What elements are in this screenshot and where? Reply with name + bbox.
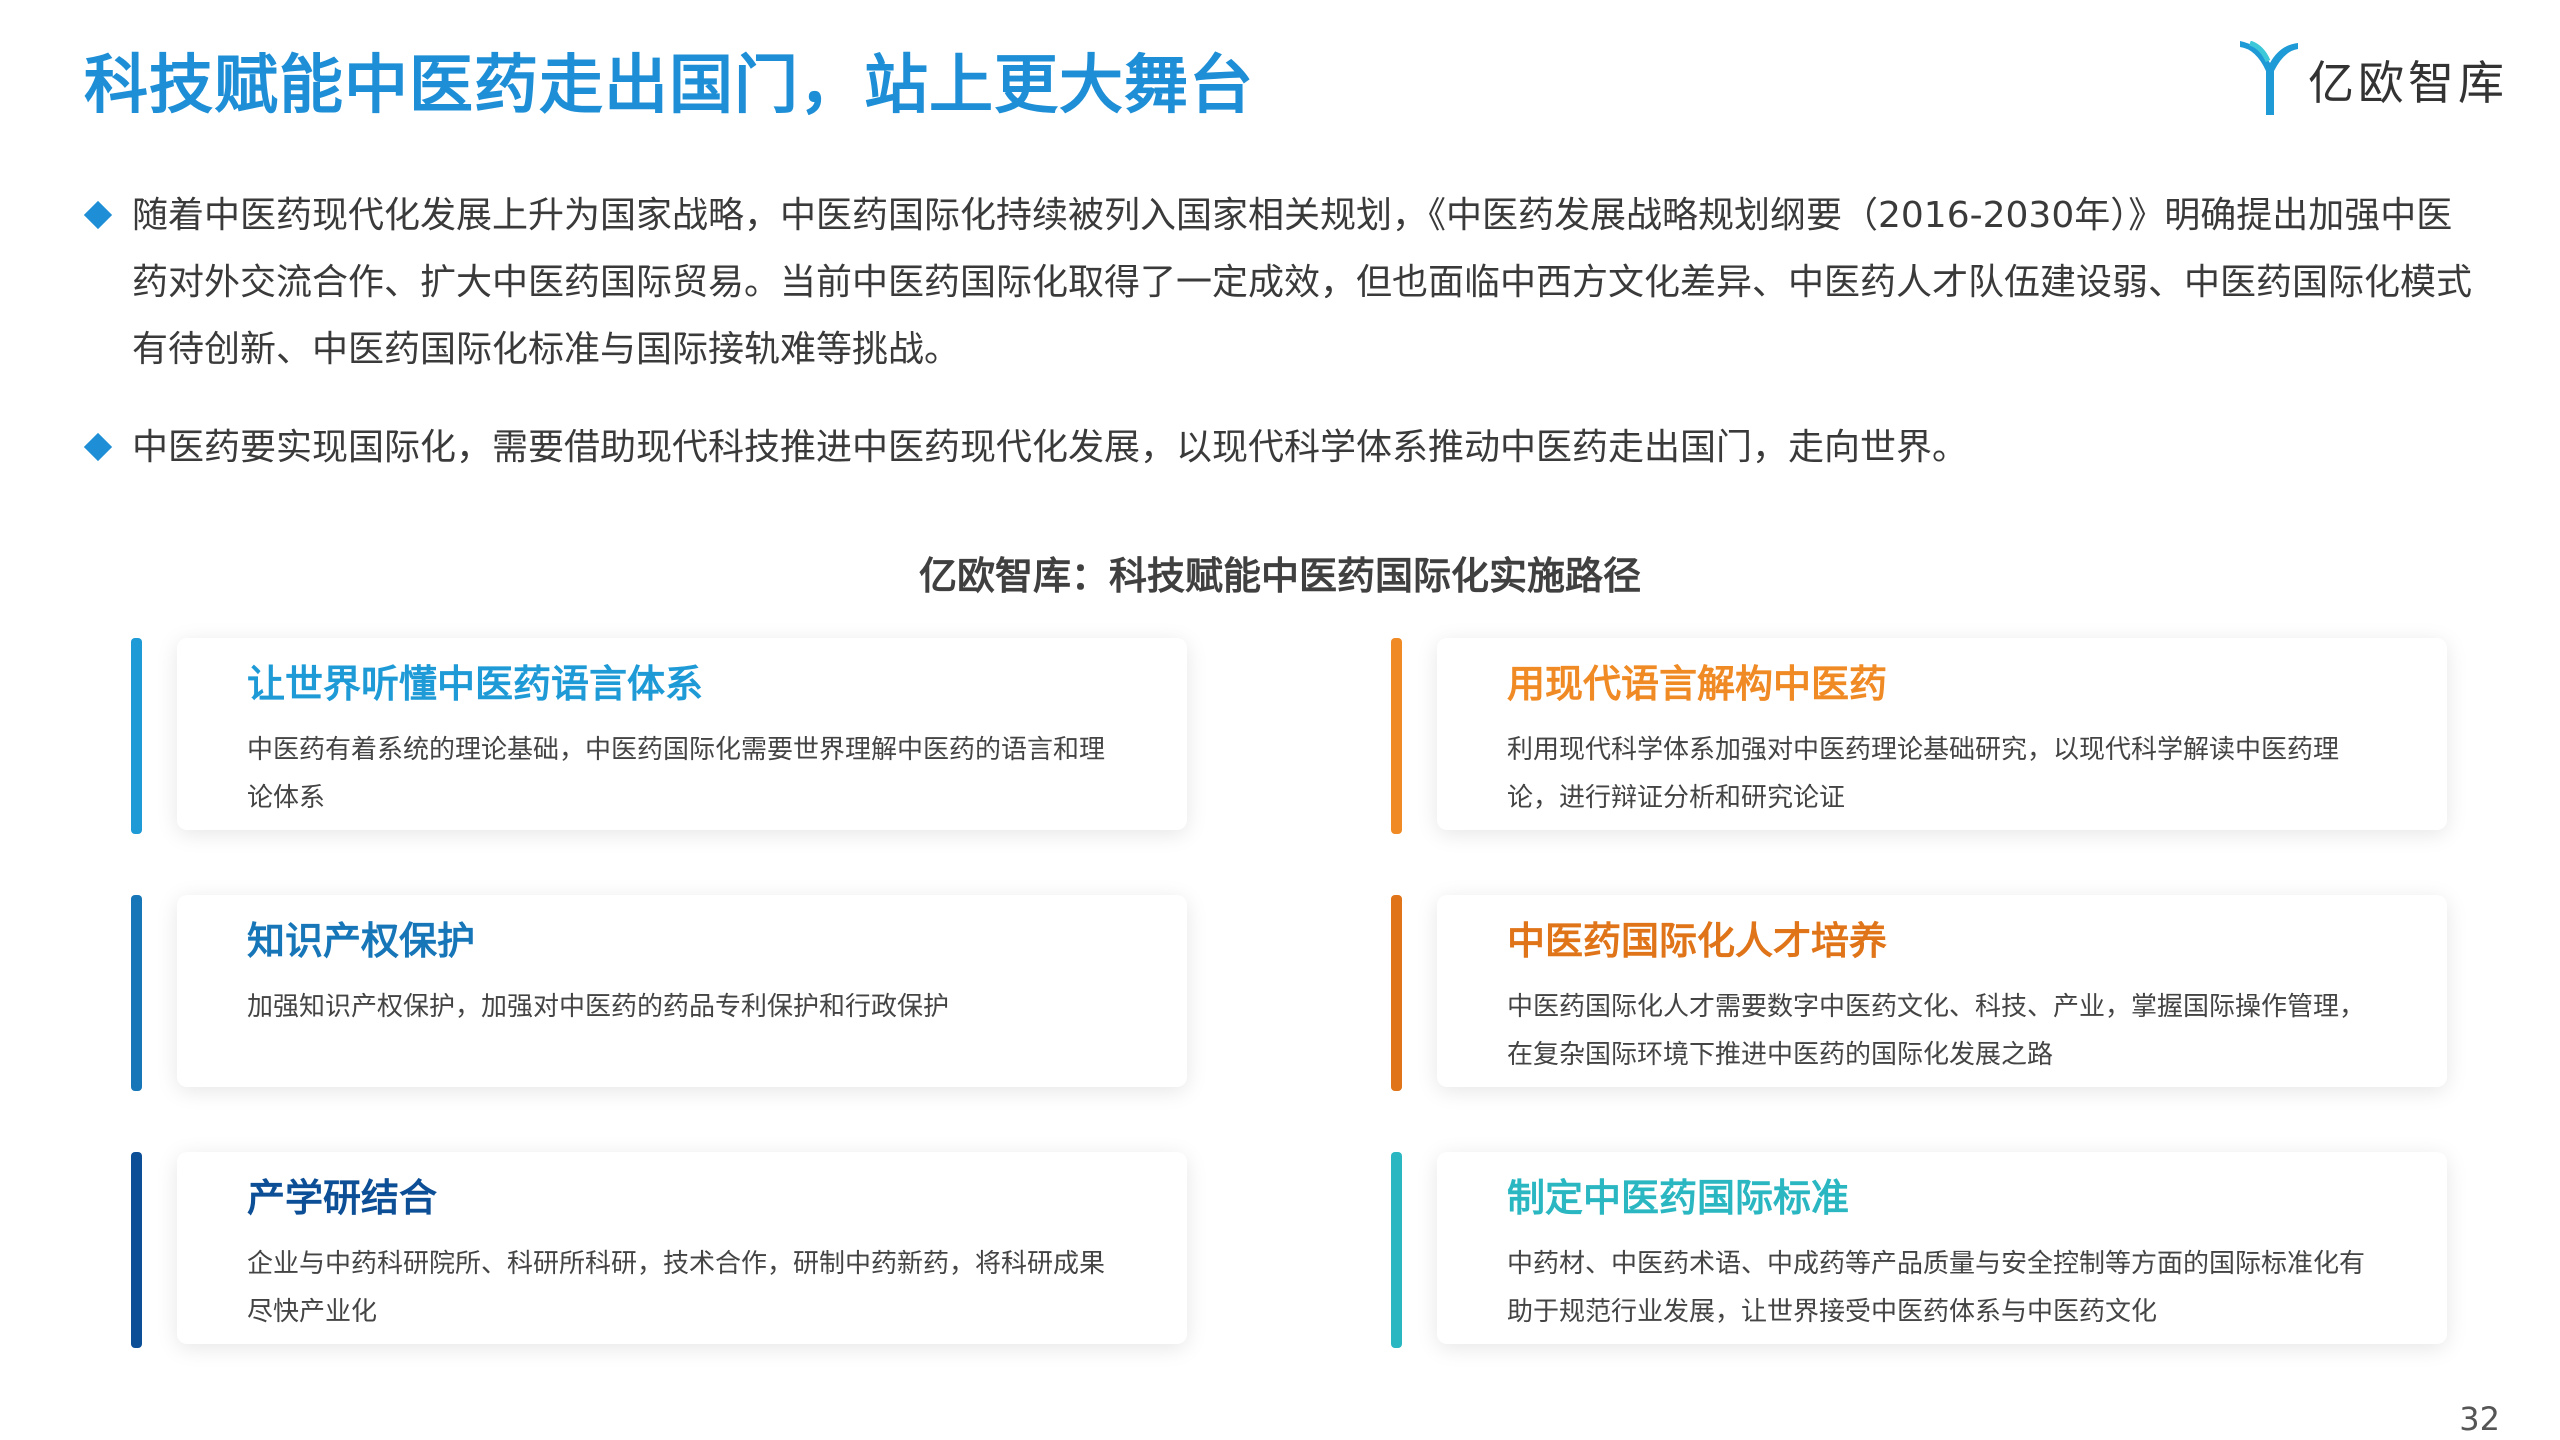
bullet-text-1: 随着中医药现代化发展上升为国家战略，中医药国际化持续被列入国家相关规划，《中医药… [132,195,2473,370]
card-title: 让世界听懂中医药语言体系 [247,662,704,706]
path-card-1: 让世界听懂中医药语言体系 中医药有着系统的理论基础，中医药国际化需要世界理解中医… [131,638,1187,834]
card-accent-bar [1391,895,1402,1091]
card-desc: 企业与中药科研院所、科研所科研，技术合作，研制中药新药，将科研成果尽快产业化 [247,1249,1106,1327]
diamond-bullet-icon [83,432,113,462]
card-desc: 中医药国际化人才需要数字中医药文化、科技、产业，掌握国际操作管理，在复杂国际环境… [1507,992,2366,1070]
card-accent-bar [131,1152,142,1348]
path-card-4: 中医药国际化人才培养 中医药国际化人才需要数字中医药文化、科技、产业，掌握国际操… [1391,895,2447,1091]
logo-text: 亿欧智库 [2308,56,2508,110]
card-desc: 中医药有着系统的理论基础，中医药国际化需要世界理解中医药的语言和理论体系 [247,735,1106,813]
card-accent-bar [1391,638,1402,834]
diamond-bullet-icon [83,200,113,230]
card-title: 知识产权保护 [247,919,476,963]
card-title: 产学研结合 [247,1176,438,1220]
path-card-5: 产学研结合 企业与中药科研院所、科研所科研，技术合作，研制中药新药，将科研成果尽… [131,1152,1187,1348]
card-title: 中医药国际化人才培养 [1507,919,1888,963]
path-card-6: 制定中医药国际标准 中药材、中医药术语、中成药等产品质量与安全控制等方面的国际标… [1391,1152,2447,1348]
card-desc: 加强知识产权保护，加强对中医药的药品专利保护和行政保护 [247,992,950,1022]
card-accent-bar [1391,1152,1402,1348]
path-card-2: 用现代语言解构中医药 利用现代科学体系加强对中医药理论基础研究，以现代科学解读中… [1391,638,2447,834]
card-desc: 中药材、中医药术语、中成药等产品质量与安全控制等方面的国际标准化有助于规范行业发… [1507,1249,2366,1327]
bullet-item-2: 中医药要实现国际化，需要借助现代科技推进中医药现代化发展，以现代科学体系推动中医… [83,414,2484,481]
path-card-3: 知识产权保护 加强知识产权保护，加强对中医药的药品专利保护和行政保护 [131,895,1187,1091]
card-desc: 利用现代科学体系加强对中医药理论基础研究，以现代科学解读中医药理论，进行辩证分析… [1507,735,2340,813]
bullet-text-2: 中医药要实现国际化，需要借助现代科技推进中医药现代化发展，以现代科学体系推动中医… [132,427,1969,468]
card-title: 制定中医药国际标准 [1507,1176,1850,1220]
logo: 亿欧智库 [2236,40,2526,120]
page-number: 32 [2459,1400,2500,1438]
bullet-item-1: 随着中医药现代化发展上升为国家战略，中医药国际化持续被列入国家相关规划，《中医药… [83,182,2484,383]
yiou-logo-icon [2240,41,2298,115]
page-title: 科技赋能中医药走出国门，站上更大舞台 [84,49,1254,123]
diagram-subtitle: 亿欧智库：科技赋能中医药国际化实施路径 [918,554,1641,598]
card-title: 用现代语言解构中医药 [1507,662,1888,706]
card-accent-bar [131,895,142,1091]
card-accent-bar [131,638,142,834]
